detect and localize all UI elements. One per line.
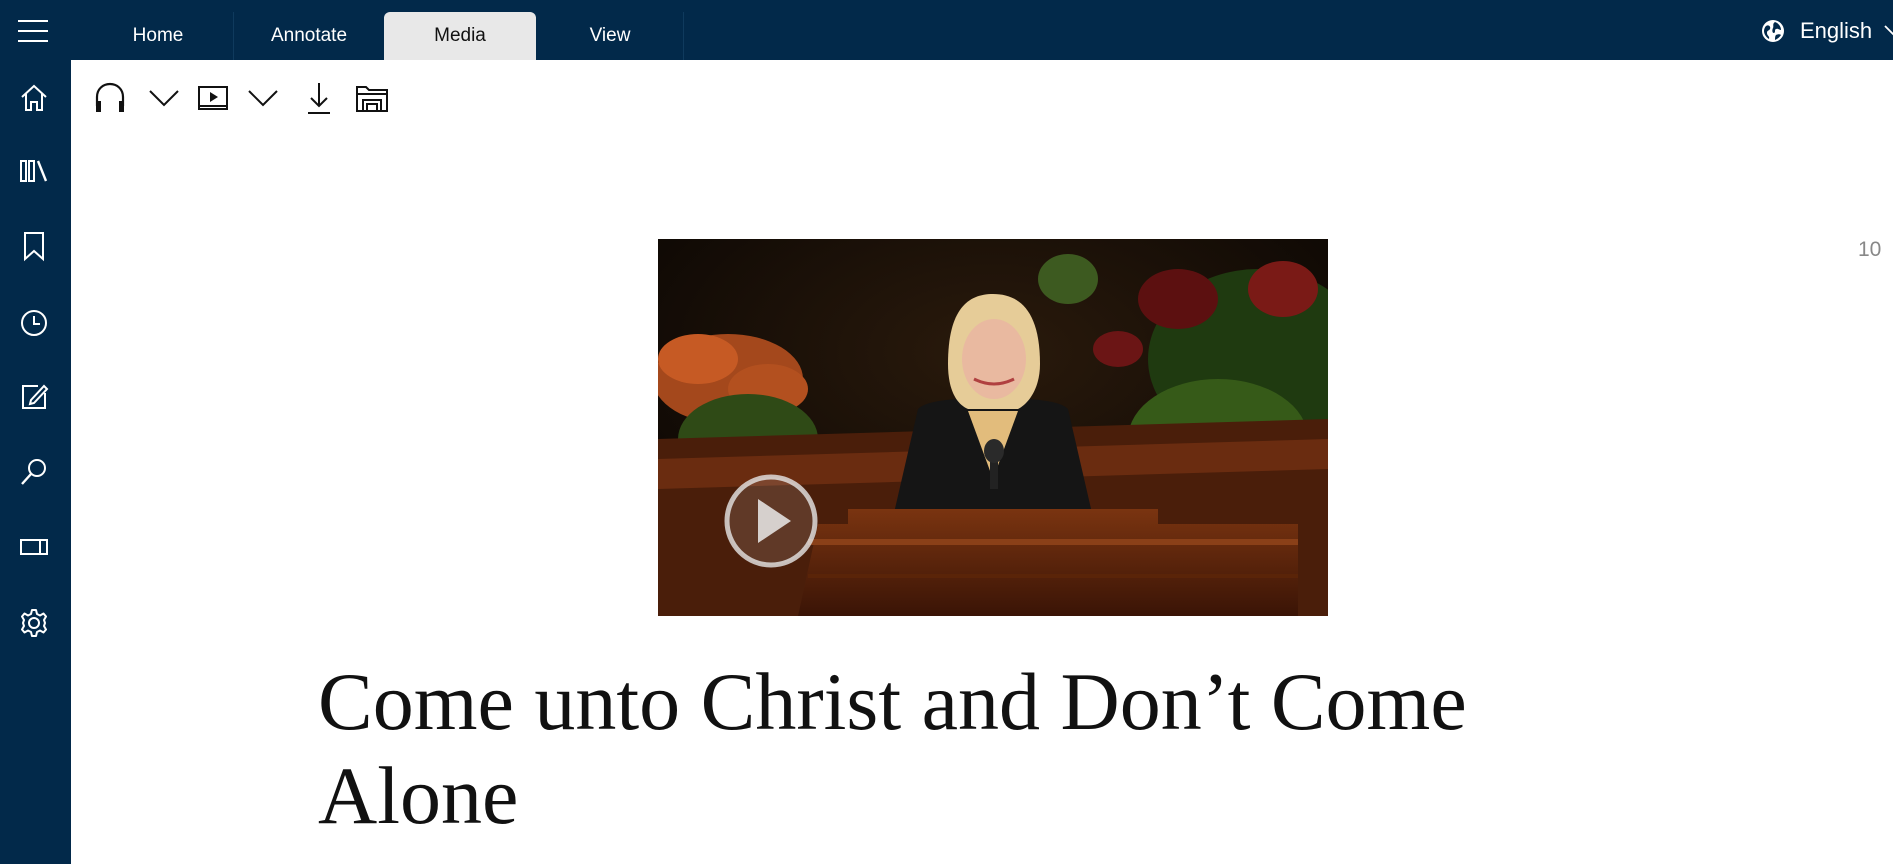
ribbon-tabs: Home Annotate Media View bbox=[82, 12, 684, 60]
chevron-down-icon bbox=[248, 90, 278, 107]
panel-icon bbox=[20, 539, 48, 555]
history-icon bbox=[21, 310, 47, 336]
speaker-thumbnail bbox=[658, 239, 1328, 616]
page-number: 10 bbox=[1858, 238, 1882, 261]
video-player[interactable] bbox=[658, 239, 1328, 616]
sidebar-item-library[interactable] bbox=[16, 153, 52, 189]
search-icon bbox=[21, 459, 46, 485]
settings-icon bbox=[21, 609, 47, 637]
tab-home[interactable]: Home bbox=[82, 12, 234, 60]
tab-view[interactable]: View bbox=[536, 12, 684, 60]
notes-icon bbox=[22, 384, 49, 409]
language-label: English bbox=[1800, 18, 1873, 43]
sidebar-item-panel[interactable] bbox=[16, 529, 52, 565]
headphones-icon bbox=[95, 82, 125, 112]
sidebar bbox=[0, 60, 71, 864]
tab-home-label: Home bbox=[132, 25, 184, 46]
sidebar-item-notes[interactable] bbox=[16, 379, 52, 415]
tab-media-label: Media bbox=[434, 25, 486, 46]
video-icon bbox=[198, 86, 228, 110]
chevron-down-icon bbox=[149, 90, 179, 107]
globe-icon bbox=[1762, 20, 1784, 42]
audio-options-dropdown[interactable] bbox=[148, 80, 180, 116]
language-selector[interactable]: English bbox=[1760, 14, 1893, 48]
chevron-down-icon bbox=[1884, 25, 1893, 36]
sidebar-item-bookmarks[interactable] bbox=[16, 228, 52, 264]
top-bar: Home Annotate Media View English bbox=[0, 0, 1893, 60]
sidebar-item-home[interactable] bbox=[16, 80, 52, 116]
manage-downloads-button[interactable] bbox=[355, 80, 389, 116]
page-title: Come unto Christ and Don’t Come Alone bbox=[318, 656, 1467, 841]
sidebar-item-history[interactable] bbox=[16, 305, 52, 341]
menu-icon[interactable] bbox=[18, 20, 48, 42]
sidebar-item-search[interactable] bbox=[16, 454, 52, 490]
video-options-dropdown[interactable] bbox=[247, 80, 279, 116]
video-button[interactable] bbox=[197, 80, 229, 116]
download-icon bbox=[308, 83, 330, 114]
tab-media[interactable]: Media bbox=[384, 12, 536, 60]
home-icon bbox=[21, 84, 47, 111]
listen-button[interactable] bbox=[92, 80, 128, 116]
download-button[interactable] bbox=[304, 80, 334, 116]
tab-annotate-label: Annotate bbox=[270, 25, 348, 46]
manage-downloads-icon bbox=[356, 86, 388, 112]
tab-annotate[interactable]: Annotate bbox=[234, 12, 384, 60]
bookmark-icon bbox=[24, 232, 44, 262]
sidebar-item-settings[interactable] bbox=[16, 605, 52, 641]
library-icon bbox=[20, 160, 48, 182]
tab-view-label: View bbox=[589, 25, 631, 46]
